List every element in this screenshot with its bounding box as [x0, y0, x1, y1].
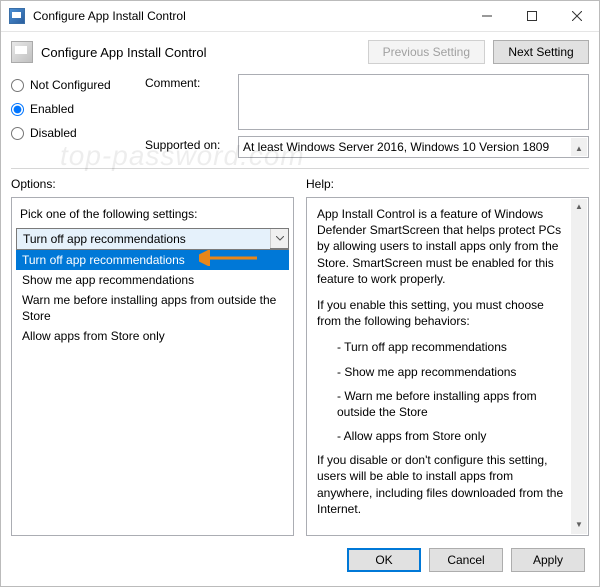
- previous-setting-button: Previous Setting: [368, 40, 485, 64]
- options-label: Options:: [11, 177, 294, 191]
- next-setting-button[interactable]: Next Setting: [493, 40, 589, 64]
- titlebar: Configure App Install Control: [1, 1, 599, 32]
- help-text: If you enable this setting, you must cho…: [317, 297, 566, 329]
- app-icon: [9, 8, 25, 24]
- scroll-up-icon[interactable]: ▲: [575, 138, 583, 158]
- dropdown-item[interactable]: Warn me before installing apps from outs…: [16, 290, 289, 326]
- scrollbar[interactable]: ▲ ▼: [571, 199, 587, 534]
- supported-on-label: Supported on:: [145, 136, 230, 152]
- help-bullet: - Turn off app recommendations: [317, 339, 566, 355]
- policy-icon: [11, 41, 33, 63]
- radio-enabled-label: Enabled: [30, 102, 74, 116]
- comment-label: Comment:: [145, 74, 230, 90]
- help-label: Help:: [306, 177, 589, 191]
- dialog-button-row: OK Cancel Apply: [1, 536, 599, 586]
- ok-button[interactable]: OK: [347, 548, 421, 572]
- cancel-button[interactable]: Cancel: [429, 548, 503, 572]
- close-button[interactable]: [554, 1, 599, 31]
- page-title: Configure App Install Control: [41, 45, 360, 60]
- chevron-down-icon[interactable]: [270, 229, 288, 248]
- apply-button[interactable]: Apply: [511, 548, 585, 572]
- supported-on-field: At least Windows Server 2016, Windows 10…: [238, 136, 589, 158]
- dropdown-item[interactable]: Show me app recommendations: [16, 270, 289, 290]
- help-panel: App Install Control is a feature of Wind…: [306, 197, 589, 536]
- dropdown-item[interactable]: Turn off app recommendations: [16, 250, 289, 270]
- help-bullet: - Show me app recommendations: [317, 364, 566, 380]
- help-text: If you disable or don't configure this s…: [317, 452, 566, 517]
- radio-disabled[interactable]: Disabled: [11, 126, 141, 140]
- divider: [11, 168, 589, 169]
- help-bullet: - Allow apps from Store only: [317, 428, 566, 444]
- combobox-selected-text: Turn off app recommendations: [17, 229, 270, 249]
- radio-not-configured-label: Not Configured: [30, 78, 111, 92]
- help-text: App Install Control is a feature of Wind…: [317, 206, 566, 287]
- minimize-button[interactable]: [464, 1, 509, 31]
- state-radio-group: Not Configured Enabled Disabled: [11, 74, 141, 158]
- help-bullet: - Warn me before installing apps from ou…: [317, 388, 566, 420]
- dropdown-item-label: Turn off app recommendations: [22, 253, 185, 267]
- radio-disabled-input[interactable]: [11, 127, 24, 140]
- header-row: Configure App Install Control Previous S…: [1, 32, 599, 68]
- window-title: Configure App Install Control: [33, 9, 464, 23]
- maximize-button[interactable]: [509, 1, 554, 31]
- supported-on-value: At least Windows Server 2016, Windows 10…: [243, 140, 549, 154]
- options-panel: Pick one of the following settings: Turn…: [11, 197, 294, 536]
- radio-enabled-input[interactable]: [11, 103, 24, 116]
- scroll-down-icon[interactable]: ▼: [575, 517, 583, 534]
- comment-textarea[interactable]: [238, 74, 589, 130]
- radio-not-configured-input[interactable]: [11, 79, 24, 92]
- pick-settings-label: Pick one of the following settings:: [16, 204, 289, 228]
- scrollbar[interactable]: ▲ ▼: [571, 138, 587, 156]
- dropdown-item[interactable]: Allow apps from Store only: [16, 326, 289, 346]
- radio-disabled-label: Disabled: [30, 126, 77, 140]
- radio-enabled[interactable]: Enabled: [11, 102, 141, 116]
- settings-combobox[interactable]: Turn off app recommendations: [16, 228, 289, 249]
- combobox-dropdown: Turn off app recommendations Show me app…: [16, 249, 289, 346]
- radio-not-configured[interactable]: Not Configured: [11, 78, 141, 92]
- annotation-arrow-icon: [199, 250, 259, 266]
- scroll-up-icon[interactable]: ▲: [575, 199, 583, 216]
